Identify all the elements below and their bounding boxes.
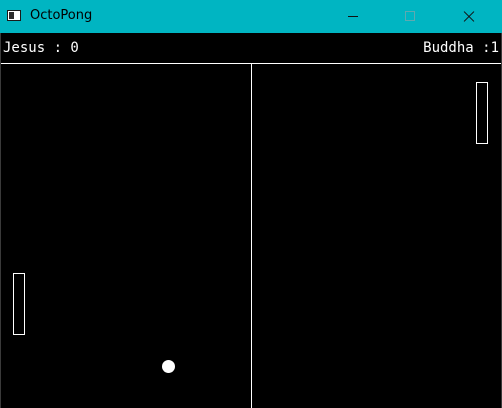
left-edge xyxy=(0,33,1,408)
left-player-score: Jesus : 0 xyxy=(3,40,79,56)
ball xyxy=(162,360,175,373)
app-window: OctoPong Jesus : 0 Buddha :1 xyxy=(0,0,502,408)
center-net-line xyxy=(251,64,252,408)
title-bar[interactable]: OctoPong xyxy=(0,0,502,33)
close-button[interactable] xyxy=(445,0,491,33)
right-player-score: Buddha :1 xyxy=(423,40,499,56)
minimize-button[interactable] xyxy=(330,0,376,33)
app-icon[interactable] xyxy=(7,10,21,21)
maximize-button[interactable] xyxy=(387,0,433,33)
right-paddle xyxy=(476,82,488,144)
window-title: OctoPong xyxy=(30,8,93,23)
game-canvas[interactable]: Jesus : 0 Buddha :1 xyxy=(0,33,502,408)
left-paddle xyxy=(13,273,25,335)
